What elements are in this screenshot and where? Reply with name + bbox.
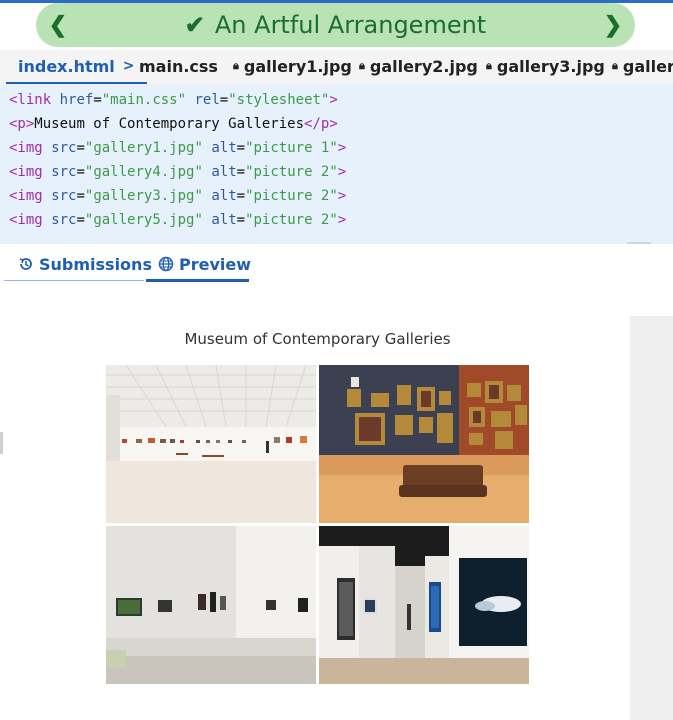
- code-line: <img src="gallery4.jpg" alt="picture 2">: [9, 164, 347, 180]
- tab-gallery3-jpg[interactable]: 🔒︎ gallery3.jpg: [474, 50, 617, 82]
- code-line: <img src="gallery1.jpg" alt="picture 1">: [9, 140, 347, 156]
- gallery-image-4: [319, 526, 529, 684]
- code-editor[interactable]: <link href="main.css" rel="stylesheet"> …: [0, 84, 673, 244]
- tab-divider: [4, 280, 144, 281]
- check-icon: ✔: [184, 11, 205, 39]
- preview-heading: Museum of Contemporary Galleries: [184, 330, 451, 348]
- tab-label: Submissions: [39, 254, 152, 274]
- previous-exercise-button[interactable]: ❮: [38, 3, 78, 47]
- resize-handle[interactable]: [0, 432, 3, 454]
- tab-label: main.css: [139, 56, 218, 76]
- chevron-left-icon: ❮: [48, 12, 68, 37]
- code-line: <img src="gallery5.jpg" alt="picture 2">: [9, 212, 347, 228]
- history-icon: [19, 258, 32, 270]
- tab-label: index.html: [18, 56, 115, 76]
- tab-label: Preview: [179, 254, 252, 274]
- tab-submissions[interactable]: Submissions: [18, 248, 152, 280]
- gallery-image-2: [319, 365, 529, 523]
- tab-label: gallery3.jpg: [496, 56, 605, 76]
- tab-label: gallery: [622, 56, 673, 76]
- panel-tab-bar: Submissions Preview: [0, 248, 673, 284]
- tab-label: gallery2.jpg: [369, 56, 478, 76]
- code-line: <img src="gallery3.jpg" alt="picture 2">: [9, 188, 347, 204]
- active-tab-indicator: [146, 279, 249, 282]
- gallery-image-1: [106, 365, 316, 523]
- lock-icon: 🔒︎: [233, 59, 239, 72]
- chevron-right-icon: ❯: [603, 12, 623, 37]
- preview-side-gutter: [630, 316, 673, 720]
- tab-label: gallery1.jpg: [243, 56, 352, 76]
- globe-icon: [158, 256, 174, 272]
- next-exercise-button[interactable]: ❯: [593, 3, 633, 47]
- editor-scrollbar[interactable]: [627, 242, 651, 244]
- lock-icon: 🔒︎: [359, 59, 365, 72]
- tab-main-css[interactable]: main.css: [127, 50, 230, 82]
- exercise-title-bar: ❮ ✔ An Artful Arrangement ❯: [36, 3, 635, 47]
- gallery-image-3: [106, 526, 316, 684]
- lock-icon: 🔒︎: [486, 59, 492, 72]
- code-line: <p>Museum of Contemporary Galleries</p>: [9, 116, 338, 132]
- tab-gallery-more[interactable]: 🔒︎ gallery: [600, 50, 673, 82]
- tab-preview[interactable]: Preview: [158, 248, 251, 280]
- tab-gallery2-jpg[interactable]: 🔒︎ gallery2.jpg: [347, 50, 490, 82]
- lock-icon: 🔒︎: [612, 59, 618, 72]
- tab-gallery1-jpg[interactable]: 🔒︎ gallery1.jpg: [221, 50, 364, 82]
- file-tab-bar: index.html > main.css 🔒︎ gallery1.jpg 🔒︎…: [0, 50, 673, 84]
- exercise-title: An Artful Arrangement: [214, 11, 487, 39]
- code-line: <link href="main.css" rel="stylesheet">: [9, 92, 338, 108]
- tab-index-html[interactable]: index.html >: [6, 50, 147, 84]
